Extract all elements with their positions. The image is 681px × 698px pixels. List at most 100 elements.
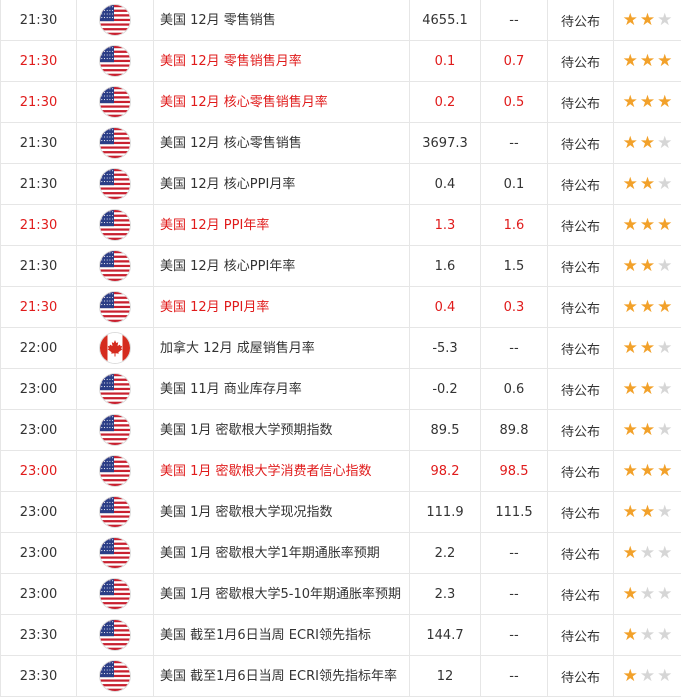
star-icon: ★ (657, 337, 673, 358)
forecast-value-cell: 1.6 (480, 204, 548, 246)
event-name-cell[interactable]: 美国 12月 PPI月率 (153, 286, 410, 328)
forecast-value-cell: 0.7 (480, 40, 548, 82)
event-name-cell[interactable]: 美国 12月 PPI年率 (153, 204, 410, 246)
calendar-row[interactable]: 21:30 美国 12月 核心PPI月率 0.4 0.1 待公布 ★ ★ ★ (0, 163, 681, 205)
importance-cell: ★ ★ ★ (613, 245, 681, 287)
importance-cell: ★ ★ ★ (613, 327, 681, 369)
event-name-cell[interactable]: 加拿大 12月 成屋销售月率 (153, 327, 410, 369)
importance-cell: ★ ★ ★ (613, 532, 681, 574)
forecast-value-cell: -- (480, 614, 548, 656)
actual-value-cell: 待公布 (547, 204, 614, 246)
importance-cell: ★ ★ ★ (613, 81, 681, 123)
importance-cell: ★ ★ ★ (613, 0, 681, 41)
calendar-row[interactable]: 23:30 美国 截至1月6日当周 ECRI领先指标年率 12 -- 待公布 ★… (0, 655, 681, 697)
time-cell: 23:00 (0, 532, 77, 574)
event-name-cell[interactable]: 美国 1月 密歇根大学1年期通胀率预期 (153, 532, 410, 574)
star-icon: ★ (622, 50, 638, 71)
importance-stars: ★ ★ ★ (622, 667, 674, 685)
event-name-cell[interactable]: 美国 1月 密歇根大学5-10年期通胀率预期 (153, 573, 410, 615)
event-name-cell[interactable]: 美国 1月 密歇根大学预期指数 (153, 409, 410, 451)
calendar-row[interactable]: 21:30 美国 12月 核心零售销售 3697.3 -- 待公布 ★ ★ ★ (0, 122, 681, 164)
star-icon: ★ (622, 583, 638, 604)
actual-value-cell: 待公布 (547, 40, 614, 82)
star-icon: ★ (657, 624, 673, 645)
star-icon: ★ (622, 460, 638, 481)
previous-value-cell: 12 (409, 655, 481, 697)
event-name-cell[interactable]: 美国 12月 核心PPI年率 (153, 245, 410, 287)
importance-stars: ★ ★ ★ (622, 298, 674, 316)
forecast-value-cell: 89.8 (480, 409, 548, 451)
star-icon: ★ (622, 501, 638, 522)
event-name-cell[interactable]: 美国 截至1月6日当周 ECRI领先指标 (153, 614, 410, 656)
previous-value-cell: 2.3 (409, 573, 481, 615)
star-icon: ★ (657, 214, 673, 235)
star-icon: ★ (639, 624, 656, 645)
actual-value-cell: 待公布 (547, 245, 614, 287)
us-flag-icon (100, 579, 130, 609)
importance-cell: ★ ★ ★ (613, 122, 681, 164)
country-cell (76, 614, 154, 656)
star-icon: ★ (622, 132, 638, 153)
forecast-value-cell: -- (480, 573, 548, 615)
forecast-value-cell: 0.6 (480, 368, 548, 410)
event-name-cell[interactable]: 美国 截至1月6日当周 ECRI领先指标年率 (153, 655, 410, 697)
time-cell: 23:30 (0, 655, 77, 697)
event-name-cell[interactable]: 美国 1月 密歇根大学现况指数 (153, 491, 410, 533)
importance-cell: ★ ★ ★ (613, 491, 681, 533)
forecast-value-cell: -- (480, 0, 548, 41)
event-name-cell[interactable]: 美国 12月 核心零售销售月率 (153, 81, 410, 123)
star-icon: ★ (622, 419, 638, 440)
time-cell: 23:00 (0, 573, 77, 615)
star-icon: ★ (622, 255, 638, 276)
importance-cell: ★ ★ ★ (613, 614, 681, 656)
time-cell: 23:00 (0, 368, 77, 410)
event-name-cell[interactable]: 美国 12月 零售销售月率 (153, 40, 410, 82)
country-cell (76, 163, 154, 205)
previous-value-cell: 0.1 (409, 40, 481, 82)
event-name-cell[interactable]: 美国 1月 密歇根大学消费者信心指数 (153, 450, 410, 492)
time-cell: 22:00 (0, 327, 77, 369)
star-icon: ★ (639, 378, 656, 399)
importance-cell: ★ ★ ★ (613, 655, 681, 697)
star-icon: ★ (639, 501, 656, 522)
event-name-cell[interactable]: 美国 12月 核心PPI月率 (153, 163, 410, 205)
calendar-row[interactable]: 23:00 美国 1月 密歇根大学现况指数 111.9 111.5 待公布 ★ ★… (0, 491, 681, 533)
calendar-row[interactable]: 22:00 加拿大 12月 成屋销售月率 -5.3 -- 待公布 ★ ★ ★ (0, 327, 681, 369)
calendar-row[interactable]: 23:00 美国 1月 密歇根大学消费者信心指数 98.2 98.5 待公布 ★… (0, 450, 681, 492)
forecast-value-cell: -- (480, 327, 548, 369)
country-cell (76, 0, 154, 41)
calendar-row[interactable]: 23:30 美国 截至1月6日当周 ECRI领先指标 144.7 -- 待公布 … (0, 614, 681, 656)
star-icon: ★ (622, 337, 638, 358)
calendar-row[interactable]: 21:30 美国 12月 核心PPI年率 1.6 1.5 待公布 ★ ★ ★ (0, 245, 681, 287)
forecast-value-cell: -- (480, 655, 548, 697)
star-icon: ★ (639, 255, 656, 276)
importance-cell: ★ ★ ★ (613, 163, 681, 205)
actual-value-cell: 待公布 (547, 122, 614, 164)
event-name-cell[interactable]: 美国 12月 零售销售 (153, 0, 410, 41)
forecast-value-cell: -- (480, 122, 548, 164)
actual-value-cell: 待公布 (547, 409, 614, 451)
previous-value-cell: 2.2 (409, 532, 481, 574)
calendar-row[interactable]: 21:30 美国 12月 核心零售销售月率 0.2 0.5 待公布 ★ ★ ★ (0, 81, 681, 123)
country-cell (76, 286, 154, 328)
calendar-row[interactable]: 21:30 美国 12月 零售销售月率 0.1 0.7 待公布 ★ ★ ★ (0, 40, 681, 82)
calendar-row[interactable]: 21:30 美国 12月 零售销售 4655.1 -- 待公布 ★ ★ ★ (0, 0, 681, 41)
calendar-row[interactable]: 21:30 美国 12月 PPI月率 0.4 0.3 待公布 ★ ★ ★ (0, 286, 681, 328)
star-icon: ★ (639, 173, 656, 194)
importance-stars: ★ ★ ★ (622, 173, 674, 194)
calendar-row[interactable]: 23:00 美国 11月 商业库存月率 -0.2 0.6 待公布 ★ ★ ★ (0, 368, 681, 410)
us-flag-icon (100, 374, 130, 404)
importance-cell: ★ ★ ★ (613, 40, 681, 82)
calendar-row[interactable]: 23:00 美国 1月 密歇根大学预期指数 89.5 89.8 待公布 ★ ★ ★ (0, 409, 681, 451)
star-icon: ★ (639, 9, 656, 30)
calendar-row[interactable]: 23:00 美国 1月 密歇根大学5-10年期通胀率预期 2.3 -- 待公布 … (0, 573, 681, 615)
calendar-row[interactable]: 21:30 美国 12月 PPI年率 1.3 1.6 待公布 ★ ★ ★ (0, 204, 681, 246)
event-name-cell[interactable]: 美国 12月 核心零售销售 (153, 122, 410, 164)
calendar-row[interactable]: 23:00 美国 1月 密歇根大学1年期通胀率预期 2.2 -- 待公布 ★ ★ ★ (0, 532, 681, 574)
event-name-cell[interactable]: 美国 11月 商业库存月率 (153, 368, 410, 410)
star-icon: ★ (639, 337, 656, 358)
star-icon: ★ (639, 583, 656, 604)
us-flag-icon (100, 456, 130, 486)
us-flag-icon (100, 292, 130, 322)
time-cell: 21:30 (0, 81, 77, 123)
